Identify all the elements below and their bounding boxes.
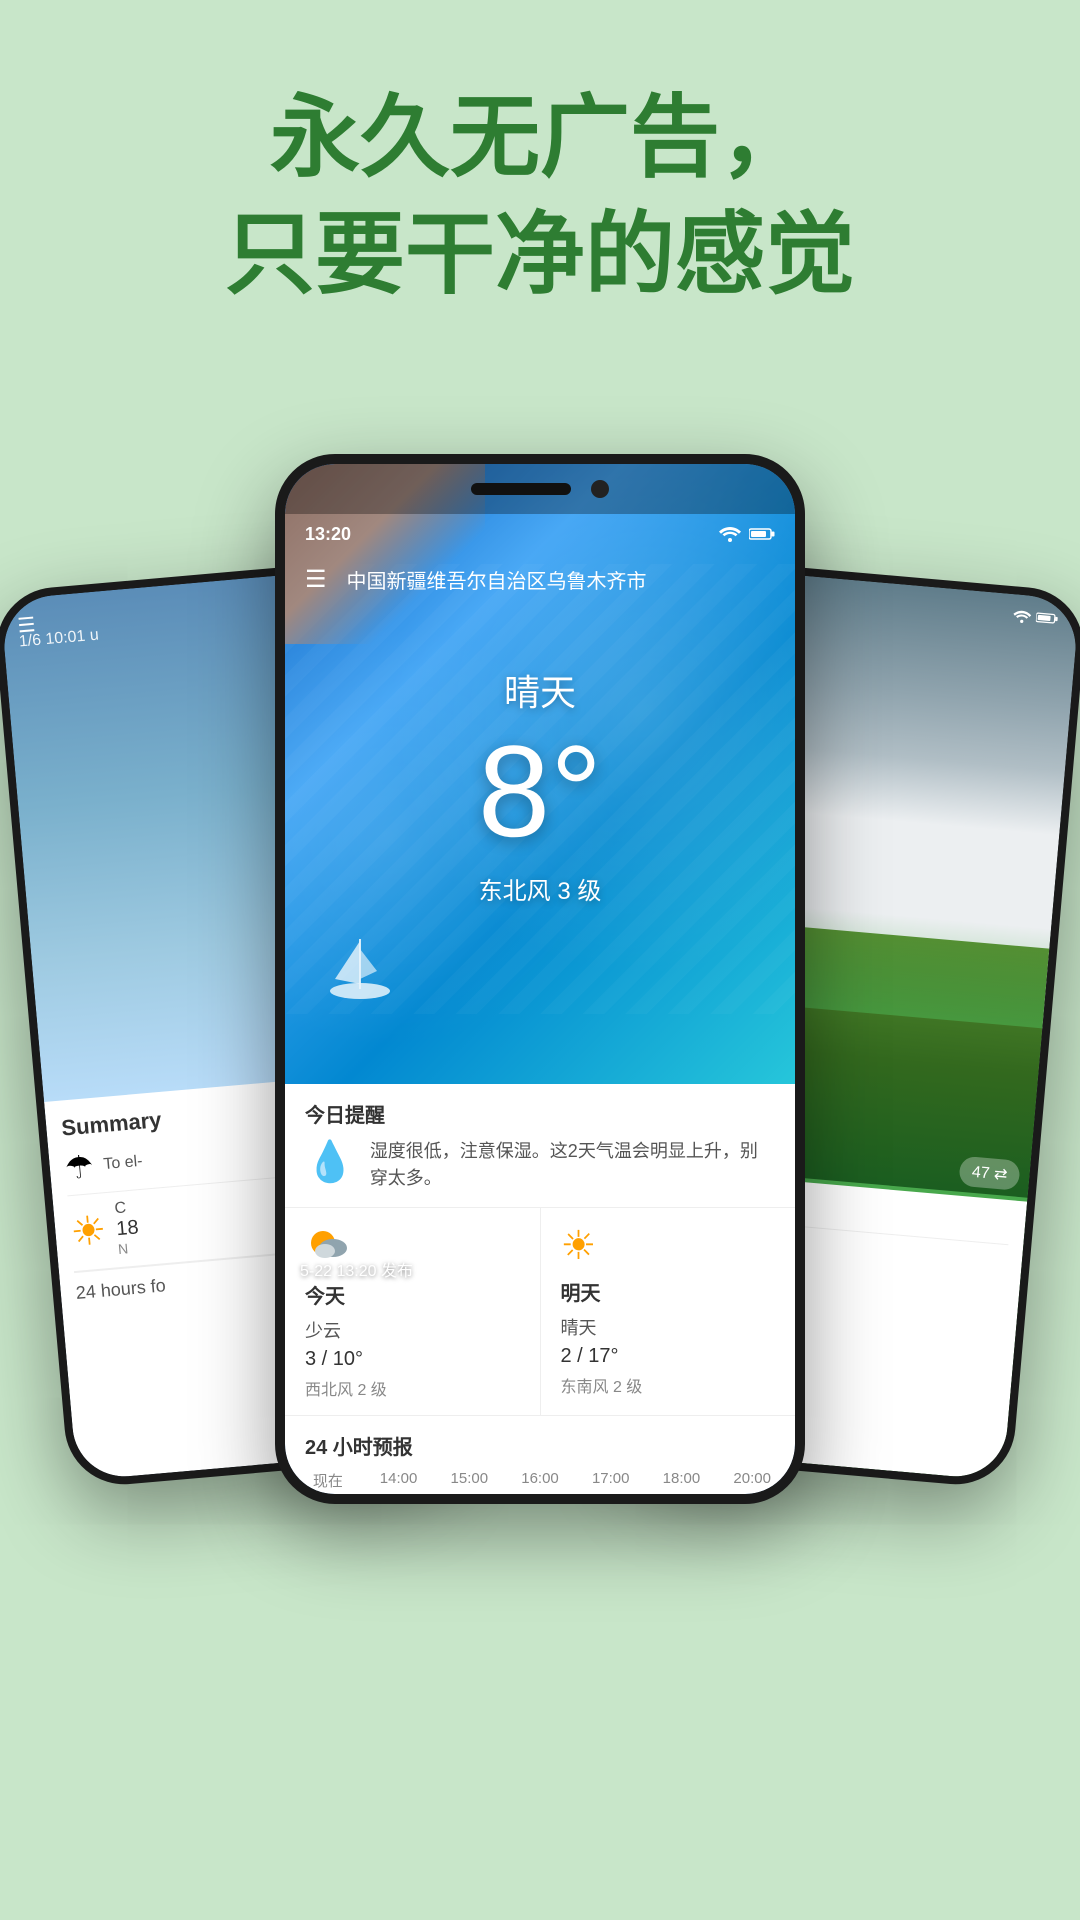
- weather-condition: 晴天: [285, 664, 795, 716]
- status-icons: [719, 526, 775, 542]
- headline: 永久无广告， 只要干净的感觉: [0, 80, 1080, 314]
- phone-hardware-top: [285, 464, 795, 514]
- sun-icon-left: ☀: [69, 1207, 109, 1256]
- phone-center-screen: 13:20 ☰: [285, 464, 795, 1494]
- right-pm25-badge: 47 ⇄: [959, 1156, 1021, 1191]
- publish-time: 5-22 13:20 发布: [300, 1257, 413, 1281]
- right-battery-icon: [1036, 611, 1059, 625]
- pm25-badge[interactable]: PM2.5：40 ⇄: [651, 1251, 780, 1287]
- speaker: [471, 483, 571, 495]
- phone-center: 13:20 ☰: [275, 454, 805, 1504]
- weather-wind: 东北风 3 级: [285, 871, 795, 906]
- wifi-icon: [719, 526, 741, 542]
- weather-temperature: 8°: [285, 726, 795, 856]
- status-time: 13:20: [305, 524, 351, 545]
- menu-icon[interactable]: ☰: [305, 565, 327, 594]
- phones-container: ☰ 1/6 10:01 u Summary ☂ To el- ☀ C: [0, 374, 1080, 1824]
- camera: [591, 480, 609, 498]
- umbrella-icon: ☂: [63, 1147, 95, 1187]
- battery-icon: [749, 527, 775, 541]
- summary-text-1: To el-: [103, 1153, 144, 1174]
- headline-line1: 永久无广告，: [270, 88, 810, 188]
- headline-line2: 只要干净的感觉: [225, 205, 855, 305]
- app-header: ☰ 中国新疆维吾尔自治区乌鲁木齐市: [285, 554, 795, 604]
- location-text: 中国新疆维吾尔自治区乌鲁木齐市: [347, 565, 647, 594]
- right-wifi-icon: [1013, 609, 1032, 624]
- header-section: 永久无广告， 只要干净的感觉: [0, 0, 1080, 354]
- status-bar: 13:20: [285, 514, 795, 554]
- weather-main: 晴天 8° 东北风 3 级: [285, 664, 795, 906]
- weather-footer: 5-22 13:20 发布 PM2.5：40 ⇄: [285, 1044, 795, 1494]
- sailboat-illustration: [315, 919, 405, 1014]
